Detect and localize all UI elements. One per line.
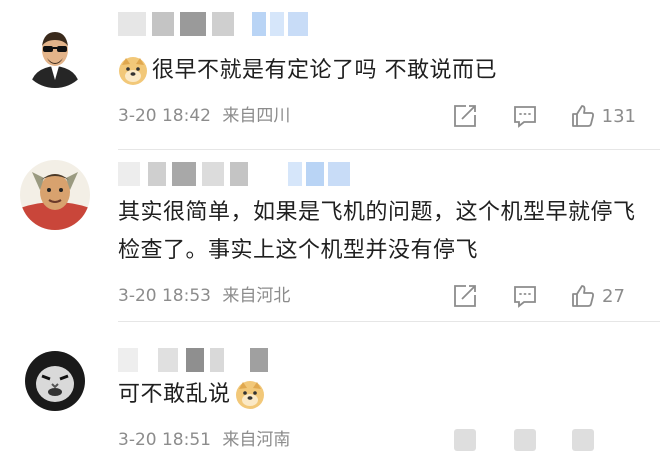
share-icon[interactable] [452,283,478,309]
share-icon[interactable] [452,103,478,129]
share-icon[interactable] [452,427,478,453]
comment-location: 来自四川 [222,106,291,126]
like-button[interactable]: 131 [570,103,636,129]
thumbs-up-icon [570,427,596,453]
comment-meta: 3-20 18:51 来自河南 [118,428,296,452]
cartoon-face-avatar-icon [20,160,90,230]
man-sunglasses-avatar-icon [20,18,90,88]
comment-date: 3-20 18:42 [118,106,211,126]
like-button[interactable] [570,427,636,453]
comment-actions [452,426,636,454]
like-button[interactable]: 27 [570,283,636,309]
comment-location: 来自河北 [222,286,291,306]
avatar[interactable] [20,160,90,230]
like-count: 27 [602,285,625,307]
comment-icon[interactable] [512,283,538,309]
comment-actions: 27 [452,282,636,310]
comment-date: 3-20 18:51 [118,430,211,450]
avatar[interactable] [20,346,90,416]
meme-face-avatar-icon [20,346,90,416]
comment-icon[interactable] [512,427,538,453]
like-count: 131 [601,105,636,127]
comment-text: 可不敢乱说 [118,376,636,414]
comment-text: 其实很简单，如果是飞机的问题，这个机型早就停飞检查了。事实上这个机型并没有停飞 [118,200,636,263]
comment-item: 很早不就是有定论了吗 不敢说而已 3-20 18:42 来自四川 131 [0,0,660,150]
comment-item: 其实很简单，如果是飞机的问题，这个机型早就停飞检查了。事实上这个机型并没有停飞 … [0,150,660,322]
comment-icon[interactable] [512,103,538,129]
comment-text: 很早不就是有定论了吗 不敢说而已 [118,52,636,90]
comment-meta: 3-20 18:53 来自河北 [118,284,296,308]
thumbs-up-icon [570,283,596,309]
comment-meta: 3-20 18:42 来自四川 [118,104,296,128]
avatar[interactable] [20,18,90,88]
doge-emoji-icon [118,56,148,86]
doge-emoji-icon [235,380,265,410]
comment-item: 可不敢乱说 3-20 18:51 来自河南 [0,322,660,462]
comment-actions: 131 [452,102,636,130]
thumbs-up-icon [570,103,596,129]
comment-date: 3-20 18:53 [118,286,211,306]
comment-location: 来自河南 [222,430,291,450]
